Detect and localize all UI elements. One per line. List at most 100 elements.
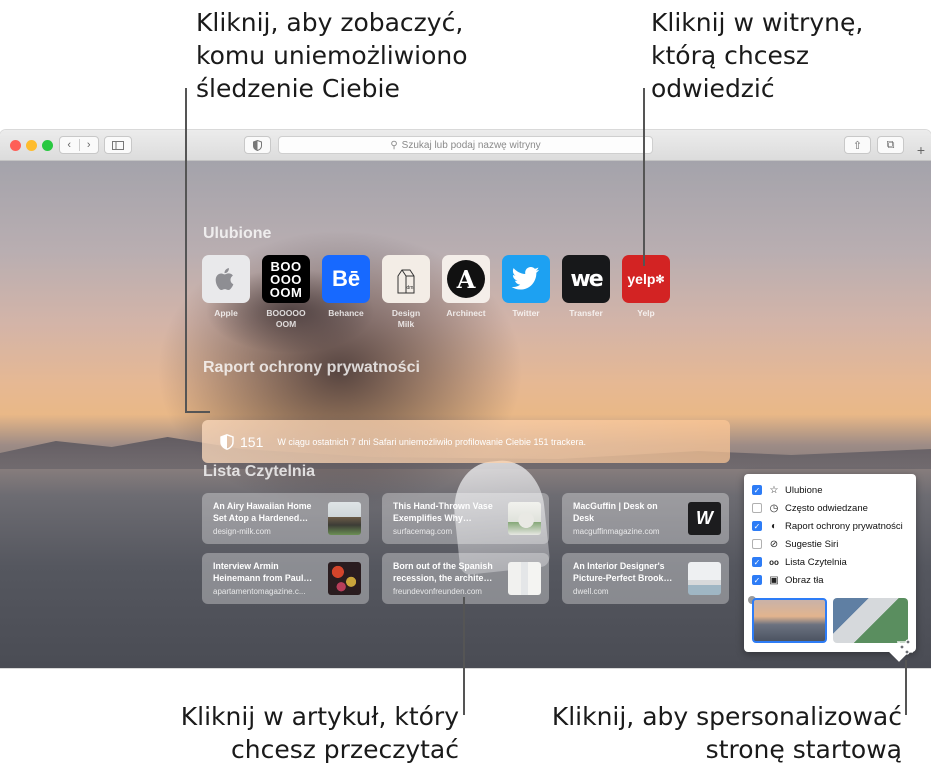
article-source: surfacemag.com: [393, 527, 453, 536]
option-label: Często odwiedzane: [785, 502, 868, 514]
yelp-glyph: yelp: [627, 271, 656, 287]
compass-icon: ⊘: [769, 538, 779, 550]
option-label: Raport ochrony prywatności: [785, 520, 903, 532]
new-tab-button[interactable]: +: [917, 142, 925, 158]
leader-line-customize: [905, 660, 907, 715]
article-title: MacGuffin | Desk on Desk: [573, 501, 658, 523]
privacy-report-card[interactable]: 151 W ciągu ostatnich 7 dni Safari uniem…: [202, 420, 730, 463]
option-background-image[interactable]: ✓ ▣ Obraz tła: [752, 573, 824, 587]
checkbox-reading-list[interactable]: ✓: [752, 557, 762, 567]
glasses-icon: oo: [769, 557, 779, 567]
callout-article: Kliknij w artykuł, który chcesz przeczyt…: [180, 702, 459, 764]
design-milk-glyph: dm: [406, 284, 414, 291]
article-thumbnail: [328, 502, 361, 535]
callout-site: Kliknij w witrynę, którą chcesz odwiedzi…: [651, 8, 864, 103]
article-source: macguffinmagazine.com: [573, 527, 660, 536]
customize-start-page-panel: ✓ ☆ Ulubione ◷ Często odwiedzane ✓ ◐ Rap…: [744, 474, 916, 652]
privacy-report-title: Raport ochrony prywatności: [203, 359, 420, 376]
reading-list-item[interactable]: MacGuffin | Desk on Desk macguffinmagazi…: [562, 493, 729, 544]
customize-settings-button[interactable]: [896, 639, 914, 655]
article-source: apartamentomagazine.c...: [213, 587, 306, 596]
tracker-count: 151: [240, 433, 264, 450]
favorite-label: Behance: [328, 308, 364, 318]
callout-tracking: Kliknij, aby zobaczyć, komu uniemożliwio…: [196, 8, 468, 103]
favorite-label: Yelp: [637, 308, 655, 318]
yelp-burst-icon: ✻: [655, 273, 665, 286]
checkbox-frequently-visited[interactable]: [752, 503, 762, 513]
option-siri-suggestions[interactable]: ⊘ Sugestie Siri: [752, 537, 838, 551]
apple-icon: [202, 255, 250, 303]
share-button[interactable]: ⇧: [844, 136, 871, 154]
twitter-icon: [502, 255, 550, 303]
favorite-label: Transfer: [569, 308, 603, 318]
favorite-apple[interactable]: Apple: [202, 255, 250, 319]
favorite-boooooom[interactable]: BOO OOO OOM BOOOOO OOM: [262, 255, 310, 330]
favorite-transfer[interactable]: we Transfer: [562, 255, 610, 319]
privacy-report-button[interactable]: [244, 136, 271, 154]
search-input[interactable]: ⚲ Szukaj lub podaj nazwę witryny: [278, 136, 653, 154]
article-thumbnail: [328, 562, 361, 595]
clock-icon: ◷: [769, 502, 779, 514]
leader-line-tracking-end: [185, 411, 210, 413]
minimize-window-button[interactable]: [26, 140, 37, 151]
transfer-icon: we: [562, 255, 610, 303]
favorite-label: Design Milk: [391, 308, 421, 329]
favorite-label: Apple: [214, 308, 238, 318]
zoom-window-button[interactable]: [42, 140, 53, 151]
option-label: Sugestie Siri: [785, 538, 839, 550]
back-forward-buttons[interactable]: ‹ ›: [59, 136, 99, 154]
reading-list-item[interactable]: Interview Armin Heinemann from Paul… apa…: [202, 553, 369, 604]
favorite-design-milk[interactable]: dm Design Milk: [382, 255, 430, 330]
option-favorites[interactable]: ✓ ☆ Ulubione: [752, 483, 823, 497]
option-label: Lista Czytelnia: [785, 556, 847, 568]
reading-list-item[interactable]: This Hand-Thrown Vase Exemplifies Why… s…: [382, 493, 549, 544]
option-label: Ulubione: [785, 484, 823, 496]
shield-icon: ◐: [770, 520, 778, 532]
start-page: Ulubione Apple BOO OOO OOM BOOOOO OOM Bē…: [0, 161, 931, 668]
leader-line-tracking: [185, 88, 187, 412]
article-thumbnail: [508, 502, 541, 535]
article-title: An Interior Designer's Picture-Perfect B…: [573, 561, 673, 583]
favorite-behance[interactable]: Bē Behance: [322, 255, 370, 319]
chevron-left-icon[interactable]: ‹: [60, 139, 80, 151]
background-thumbnail-surfer[interactable]: [752, 598, 827, 643]
favorite-label: Twitter: [512, 308, 540, 318]
toolbar: ‹ › ⚲ Szukaj lub podaj nazwę witryny ⇧ ⧉…: [0, 130, 931, 161]
leader-line-article: [463, 597, 465, 715]
sidebar-button[interactable]: [104, 136, 132, 154]
reading-list-item[interactable]: Born out of the Spanish recession, the a…: [382, 553, 549, 604]
shield-icon: [253, 139, 262, 151]
tab-overview-button[interactable]: ⧉: [877, 136, 904, 154]
article-thumbnail: [508, 562, 541, 595]
favorite-twitter[interactable]: Twitter: [502, 255, 550, 319]
checkbox-favorites[interactable]: ✓: [752, 485, 762, 495]
article-source: dwell.com: [573, 587, 609, 596]
option-reading-list[interactable]: ✓ oo Lista Czytelnia: [752, 555, 847, 569]
yelp-icon: yelp ✻: [622, 255, 670, 303]
share-icon: ⇧: [852, 139, 863, 152]
option-frequently-visited[interactable]: ◷ Często odwiedzane: [752, 501, 868, 515]
article-title: An Airy Hawaiian Home Set Atop a Hardene…: [213, 501, 312, 523]
option-privacy-report[interactable]: ✓ ◐ Raport ochrony prywatności: [752, 519, 903, 533]
archinect-icon: A: [442, 255, 490, 303]
checkbox-siri-suggestions[interactable]: [752, 539, 762, 549]
favorite-archinect[interactable]: A Archinect: [442, 255, 490, 319]
reading-list-item[interactable]: An Interior Designer's Picture-Perfect B…: [562, 553, 729, 604]
article-source: design-milk.com: [213, 527, 271, 536]
behance-icon: Bē: [322, 255, 370, 303]
article-thumbnail: [688, 562, 721, 595]
favorite-label: Archinect: [446, 308, 486, 318]
reading-list-item[interactable]: An Airy Hawaiian Home Set Atop a Hardene…: [202, 493, 369, 544]
search-placeholder: Szukaj lub podaj nazwę witryny: [401, 139, 541, 151]
shield-icon: [220, 433, 234, 450]
close-window-button[interactable]: [10, 140, 21, 151]
article-title: Born out of the Spanish recession, the a…: [393, 561, 493, 583]
favorite-yelp[interactable]: yelp ✻ Yelp: [622, 255, 670, 319]
background-thumbnail-abstract[interactable]: [833, 598, 908, 643]
checkbox-privacy-report[interactable]: ✓: [752, 521, 762, 531]
checkbox-background-image[interactable]: ✓: [752, 575, 762, 585]
boooooom-icon: BOO OOO OOM: [262, 255, 310, 303]
chevron-right-icon[interactable]: ›: [80, 139, 99, 151]
article-source: freundevonfreunden.com: [393, 587, 482, 596]
image-icon: ▣: [769, 574, 779, 586]
